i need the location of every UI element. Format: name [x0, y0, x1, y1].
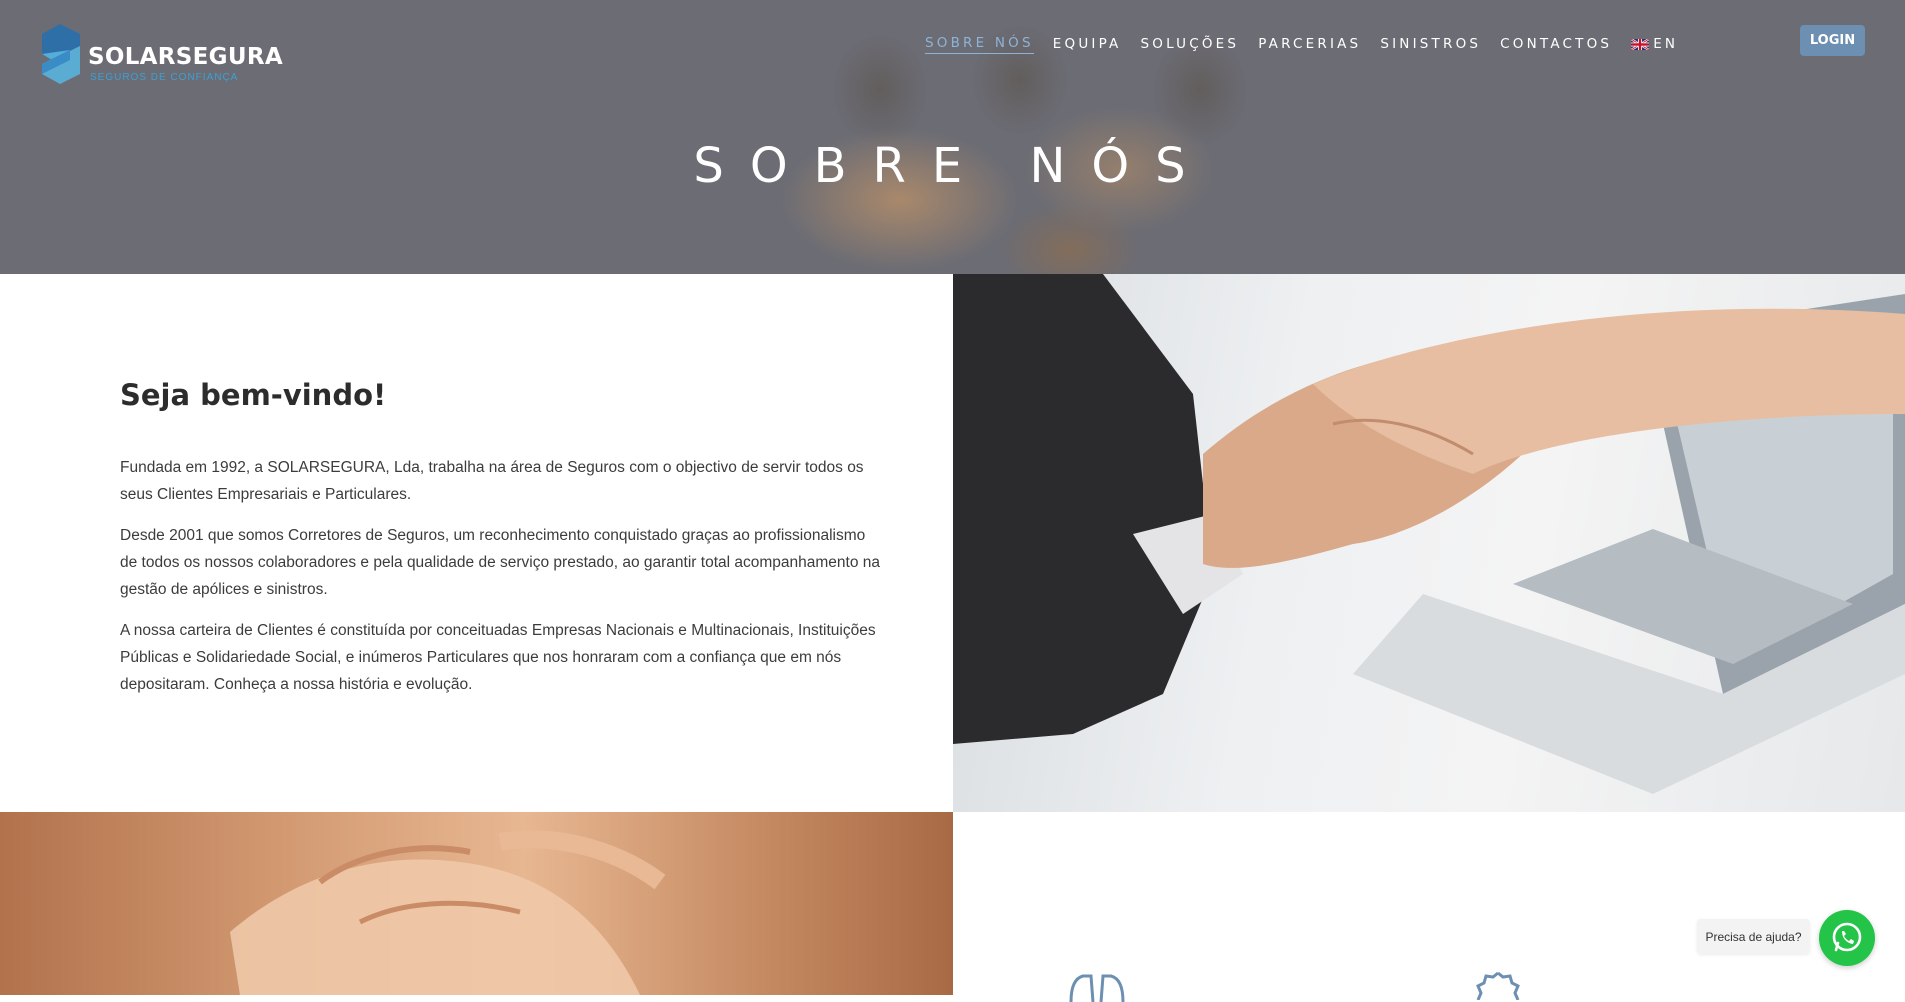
page-title: SOBRE NÓS	[693, 137, 1212, 194]
logo-name: SOLARSEGURA	[88, 44, 283, 70]
welcome-paragraph: Desde 2001 que somos Corretores de Segur…	[120, 527, 880, 598]
welcome-paragraph: A nossa carteira de Clientes é constituí…	[120, 622, 876, 693]
binoculars-icon	[1069, 974, 1125, 1002]
logo-shield-icon	[42, 24, 80, 84]
whatsapp-icon	[1832, 922, 1862, 952]
nav-item-contactos[interactable]: CONTACTOS	[1500, 36, 1612, 52]
stacked-hands-photo	[0, 812, 953, 995]
handshake-illustration	[953, 274, 1905, 794]
nav-item-solucoes[interactable]: SOLUÇÕES	[1141, 36, 1240, 52]
logo-tagline: SEGUROS DE CONFIANÇA	[90, 72, 239, 83]
welcome-heading: Seja bem-vindo!	[120, 378, 387, 412]
handshake-photo	[953, 274, 1905, 812]
welcome-text: Fundada em 1992, a SOLARSEGURA, Lda, tra…	[120, 454, 880, 712]
hands-illustration	[230, 830, 666, 995]
hero-banner: SOLARSEGURA SEGUROS DE CONFIANÇA SOBRE N…	[0, 0, 1905, 274]
nav-item-sinistros[interactable]: SINISTROS	[1380, 36, 1481, 52]
language-label: EN	[1653, 36, 1679, 52]
welcome-section: Seja bem-vindo! Fundada em 1992, a SOLAR…	[0, 274, 953, 812]
whatsapp-button[interactable]	[1819, 910, 1875, 966]
uk-flag-icon	[1631, 38, 1650, 50]
login-button[interactable]: LOGIN	[1800, 25, 1865, 56]
main-nav: SOBRE NÓS EQUIPA SOLUÇÕES PARCERIAS SINI…	[925, 34, 1697, 54]
nav-item-sobre-nos[interactable]: SOBRE NÓS	[925, 35, 1034, 54]
welcome-paragraph: Fundada em 1992, a SOLARSEGURA, Lda, tra…	[120, 459, 864, 503]
language-switch[interactable]: EN	[1631, 36, 1678, 52]
help-bubble[interactable]: Precisa de ajuda?	[1697, 919, 1810, 954]
nav-item-equipa[interactable]: EQUIPA	[1053, 36, 1122, 52]
badge-icon	[1476, 971, 1520, 1000]
nav-item-parcerias[interactable]: PARCERIAS	[1258, 36, 1361, 52]
values-section	[953, 812, 1905, 1002]
logo[interactable]: SOLARSEGURA SEGUROS DE CONFIANÇA	[38, 24, 283, 86]
